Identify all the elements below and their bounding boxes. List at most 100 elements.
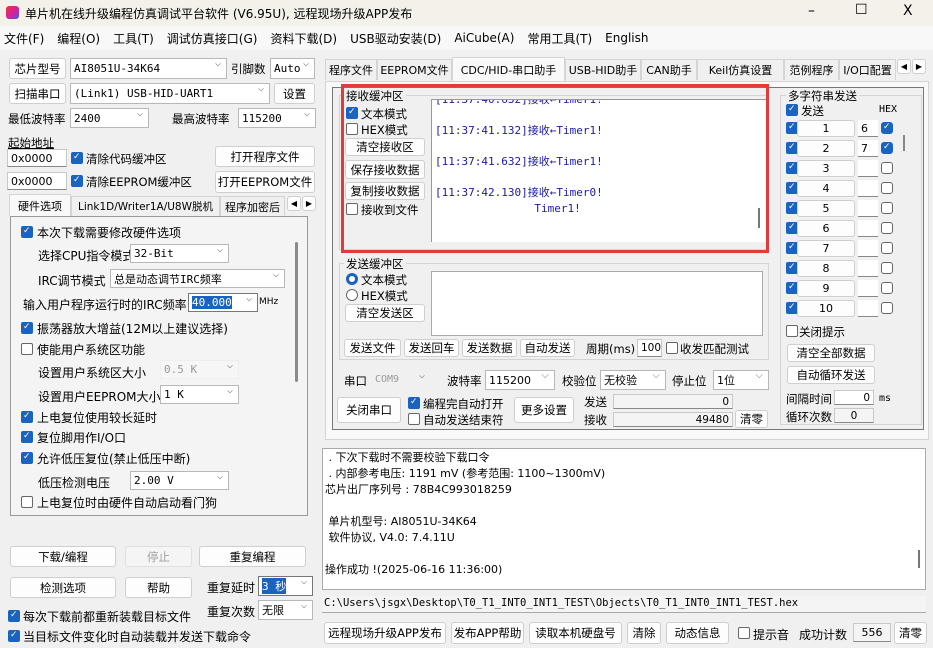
multi-row-send-button[interactable]: 6 (797, 220, 855, 237)
multi-row-send-button[interactable]: 1 (797, 120, 855, 137)
menu-item[interactable]: 调试仿真接口(G) (167, 30, 258, 47)
check-options-button[interactable]: 检测选项 (10, 577, 116, 598)
tab-1[interactable]: EEPROM文件 (377, 59, 452, 80)
multi-row-send-button[interactable]: 8 (797, 260, 855, 277)
clear-send-button[interactable]: 清空发送区 (345, 304, 425, 322)
hw-osc_gain-checkbox[interactable] (21, 322, 33, 334)
clear-log-button[interactable]: 清除 (627, 622, 661, 644)
eeprom-start-address-input[interactable]: 0x0000 (7, 172, 67, 190)
reset-success-count-button[interactable]: 清零 (894, 622, 927, 644)
menu-item[interactable]: 资料下载(D) (270, 30, 337, 47)
multi-row-string-input[interactable] (858, 200, 878, 217)
menu-item[interactable]: 文件(F) (4, 30, 44, 47)
tab-4[interactable]: CAN助手 (641, 59, 697, 80)
log-scrollbar[interactable] (918, 550, 920, 568)
hardware-scrollbar[interactable] (295, 242, 298, 382)
send-hex-mode-radio[interactable] (346, 289, 358, 301)
tab-scroll-right-button[interactable]: ▶ (302, 196, 316, 211)
multi-row-string-input[interactable] (858, 220, 878, 237)
multi-row-string-input[interactable]: 6 (858, 120, 878, 137)
hw-eeprom_size-select[interactable]: 1 K (160, 385, 239, 404)
auto-loop-send-button[interactable]: 自动循环发送 (787, 366, 875, 384)
multi-send-all-checkbox[interactable] (786, 104, 798, 116)
scan-port-button[interactable]: 扫描串口 (9, 83, 66, 104)
reload-file-checkbox[interactable] (8, 610, 20, 622)
auto-open-checkbox[interactable] (408, 397, 420, 409)
multi-row-string-input[interactable] (858, 240, 878, 257)
hw-reset_io-checkbox[interactable] (21, 431, 33, 443)
dynamic-info-button[interactable]: 动态信息 (666, 622, 729, 644)
com-port-select[interactable]: COM9 (371, 370, 431, 389)
multi-row-string-input[interactable] (858, 280, 878, 297)
beep-checkbox[interactable] (738, 627, 750, 639)
clear-count-button[interactable]: 清零 (735, 410, 768, 428)
minimize-button[interactable]: – (808, 3, 815, 19)
close-tip-checkbox[interactable] (786, 325, 798, 337)
open-program-file-button[interactable]: 打开程序文件 (215, 146, 315, 167)
auto-send-button[interactable]: 自动发送 (520, 339, 575, 357)
close-button[interactable]: X (903, 3, 913, 19)
parity-select[interactable]: 无校验 (600, 370, 666, 390)
multi-row-hex-checkbox[interactable] (881, 142, 893, 154)
read-disk-id-button[interactable]: 读取本机硬盘号 (529, 622, 622, 644)
period-input[interactable]: 100 (637, 339, 662, 357)
multi-row-hex-checkbox[interactable] (881, 222, 893, 234)
hw-sys_size-select[interactable]: 0.5 K (160, 360, 239, 379)
help-button[interactable]: 帮助 (125, 577, 192, 598)
port-settings-button[interactable]: 设置 (274, 83, 315, 104)
send-text-mode-radio[interactable] (346, 273, 358, 285)
code-start-address-input[interactable]: 0x0000 (7, 149, 67, 167)
chip-type-button[interactable]: 芯片型号 (9, 58, 66, 79)
multi-row-string-input[interactable] (858, 180, 878, 197)
hw-watchdog-checkbox[interactable] (21, 496, 33, 508)
menu-item[interactable]: USB驱动安装(D) (350, 30, 441, 47)
multi-row-send-button[interactable]: 9 (797, 280, 855, 297)
repeat-count-select[interactable]: 无限 (258, 600, 313, 620)
menu-item[interactable]: English (605, 31, 648, 45)
multi-row-hex-checkbox[interactable] (881, 202, 893, 214)
multi-scrollbar[interactable] (903, 135, 905, 151)
multi-row-hex-checkbox[interactable] (881, 182, 893, 194)
download-program-button[interactable]: 下载/编程 (10, 546, 116, 567)
hw-user_sys-checkbox[interactable] (21, 343, 33, 355)
multi-row-hex-checkbox[interactable] (881, 282, 893, 294)
tab-7[interactable]: I/O口配置 (839, 59, 896, 80)
min-baud-select[interactable]: 2400 (70, 108, 149, 128)
tab-6[interactable]: 范例程序 (784, 59, 839, 80)
tab-encryption[interactable]: 程序加密后 (220, 196, 285, 216)
menu-item[interactable]: AiCube(A) (454, 31, 514, 45)
max-baud-select[interactable]: 115200 (238, 108, 316, 128)
multi-row-send-button[interactable]: 4 (797, 180, 855, 197)
tab-hardware-options[interactable]: 硬件选项 (9, 194, 71, 216)
clear-code-buffer-checkbox[interactable] (71, 152, 83, 164)
interval-input[interactable]: 0 (834, 390, 874, 405)
multi-row-string-input[interactable] (858, 160, 878, 177)
match-test-checkbox[interactable] (666, 342, 678, 354)
more-settings-button[interactable]: 更多设置 (514, 397, 574, 423)
tab-3[interactable]: USB-HID助手 (565, 59, 641, 80)
tab-0[interactable]: 程序文件 (325, 59, 377, 80)
menu-item[interactable]: 工具(T) (113, 30, 154, 47)
multi-row-hex-checkbox[interactable] (881, 162, 893, 174)
publish-help-button[interactable]: 发布APP帮助 (451, 622, 524, 644)
send-text-area[interactable] (431, 271, 763, 336)
auto-load-checkbox[interactable] (8, 630, 20, 642)
tab-link1d-offline[interactable]: Link1D/Writer1A/U8W脱机 (71, 196, 220, 216)
multi-row-send-button[interactable]: 3 (797, 160, 855, 177)
close-port-button[interactable]: 关闭串口 (337, 397, 401, 423)
stop-bits-select[interactable]: 1位 (713, 370, 769, 390)
repeat-delay-select[interactable]: 3 秒 (258, 576, 313, 596)
multi-row-hex-checkbox[interactable] (881, 242, 893, 254)
open-eeprom-file-button[interactable]: 打开EEPROM文件 (215, 171, 315, 193)
send-file-button[interactable]: 发送文件 (344, 339, 401, 357)
multi-row-string-input[interactable] (858, 300, 878, 317)
multi-row-send-button[interactable]: 7 (797, 240, 855, 257)
menu-item[interactable]: 常用工具(T) (527, 30, 592, 47)
hw-cpu_mode-select[interactable]: 32-Bit (130, 244, 229, 263)
hw-lvr-checkbox[interactable] (21, 452, 33, 464)
clear-all-data-button[interactable]: 清空全部数据 (787, 344, 875, 362)
multi-row-send-button[interactable]: 2 (797, 140, 855, 157)
hw-long_delay-checkbox[interactable] (21, 411, 33, 423)
repeat-program-button[interactable]: 重复编程 (199, 546, 306, 567)
tab-5[interactable]: Keil仿真设置 (697, 59, 784, 80)
